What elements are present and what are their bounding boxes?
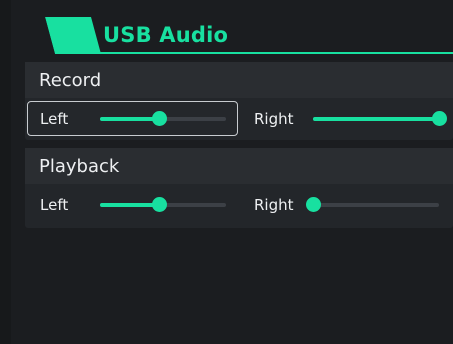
slider-fill [100,202,160,207]
playback-slider-row: Left Right [25,184,453,226]
slider-track[interactable] [100,197,226,212]
record-slider-row: Left Right [25,98,453,140]
record-section: Record Left Right [25,62,453,140]
header-underline [98,52,453,54]
playback-section: Playback Left Right [25,148,453,228]
slider-track[interactable] [313,111,447,126]
slider-label: Right [254,109,294,128]
record-right-slider[interactable]: Right [245,101,447,136]
slider-fill [313,116,439,121]
slider-knob[interactable] [305,197,321,212]
slider-knob[interactable] [151,197,167,212]
slider-knob[interactable] [151,111,167,126]
record-left-slider[interactable]: Left [27,101,238,136]
header-tab-shape [11,17,101,54]
section-title: Playback [39,155,120,177]
slider-label: Right [254,195,294,214]
slider-track[interactable] [305,197,439,212]
page-title: USB Audio [103,23,229,47]
slider-knob[interactable] [431,111,447,126]
slider-label: Left [40,109,69,128]
record-section-header: Record [25,62,453,98]
playback-section-header: Playback [25,148,453,184]
playback-right-slider[interactable]: Right [245,187,447,222]
playback-left-slider[interactable]: Left [27,187,238,222]
slider-track[interactable] [100,111,226,126]
slider-label: Left [40,195,69,214]
slider-fill [100,116,160,121]
section-title: Record [39,69,102,91]
